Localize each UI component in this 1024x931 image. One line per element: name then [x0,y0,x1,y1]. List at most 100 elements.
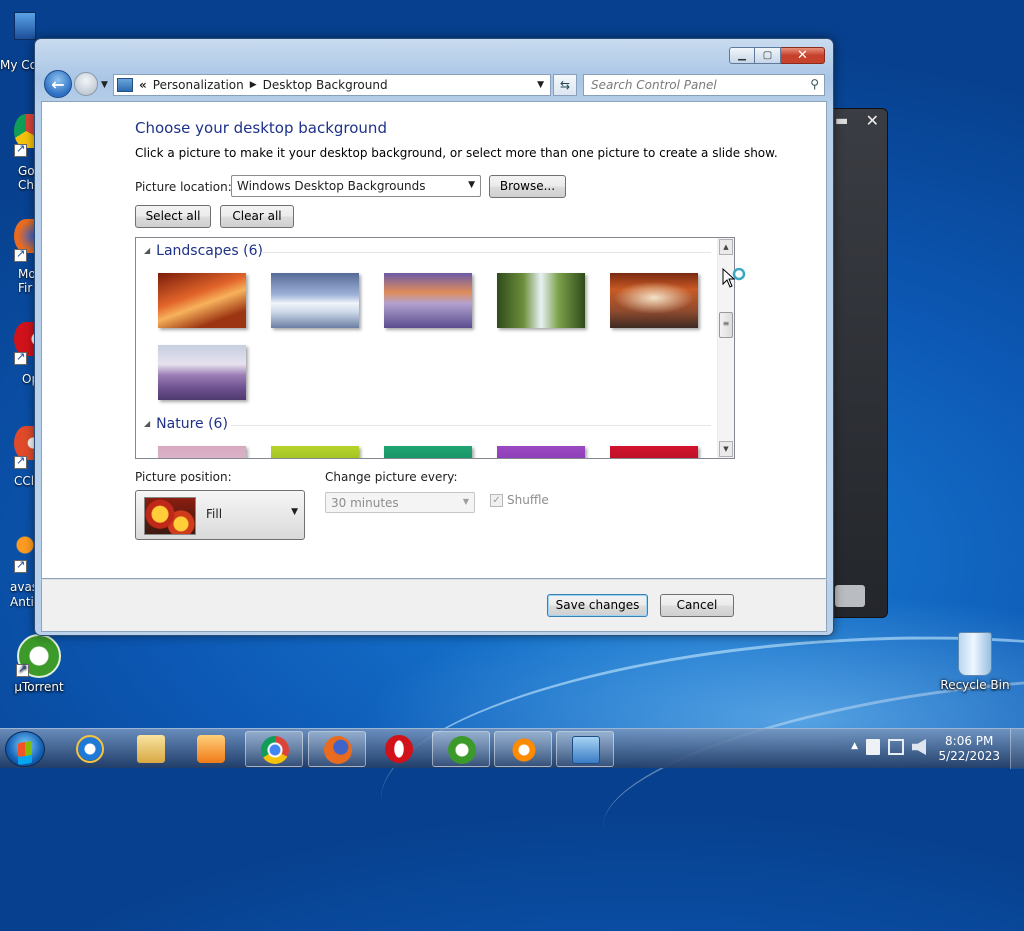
desktop-background-window: ▁ ▢ ✕ ← ▼ « Personalization ▶ Desktop Ba… [34,38,834,636]
desktop-icon-computer[interactable]: My Co [0,8,36,78]
control-panel-icon [572,736,600,764]
minimize-button[interactable]: ▁ [729,47,755,64]
network-icon[interactable] [888,739,904,755]
change-interval-dropdown[interactable]: 30 minutes ▼ [325,492,475,513]
address-bar[interactable]: « Personalization ▶ Desktop Background ▼ [113,74,551,96]
page-description: Click a picture to make it your desktop … [135,146,778,160]
thumbnail-nature-3[interactable] [384,446,472,458]
desktop-icon-ccleaner[interactable]: CCl [0,422,38,492]
collapse-triangle-icon[interactable]: ◢ [144,246,150,255]
shuffle-option[interactable]: ✓ Shuffle [490,493,549,507]
thumbnail-nature-5[interactable] [610,446,698,458]
desktop-icon-utorrent[interactable]: µTorrent [4,634,74,694]
overflow-chevron-icon[interactable]: « [139,78,147,92]
action-center-icon[interactable] [866,739,880,755]
desktop-icon-opera[interactable]: Op [0,318,38,388]
page-title: Choose your desktop background [135,119,387,137]
shortcut-arrow-icon [14,454,27,469]
back-button[interactable]: ← [44,70,72,98]
maximize-button[interactable]: ▢ [755,47,781,64]
thumbnail-nature-1[interactable] [158,446,246,458]
clear-all-button[interactable]: Clear all [220,205,294,228]
scroll-down-icon[interactable]: ▼ [719,441,733,457]
search-icon[interactable]: ⚲ [810,77,819,91]
shortcut-arrow-icon [14,558,27,573]
background-minimize-icon[interactable]: ▬ [835,113,855,131]
cancel-button[interactable]: Cancel [660,594,734,617]
picture-position-dropdown[interactable]: Fill ▼ [135,490,305,540]
taskbar-chrome[interactable] [245,731,303,767]
start-button[interactable] [5,731,45,767]
clock-date: 5/22/2023 [938,749,1000,763]
change-interval-value: 30 minutes [331,496,399,510]
refresh-icon: ⇆ [559,78,571,92]
shortcut-arrow-icon [14,142,27,157]
taskbar-internet-explorer[interactable] [61,731,119,767]
taskbar-utorrent[interactable] [432,731,490,767]
scroll-thumb[interactable]: ≡ [719,312,733,338]
breadcrumb-desktop-background[interactable]: Desktop Background [263,78,388,92]
desktop-icon-avast[interactable]: avas Anti [0,526,36,611]
internet-explorer-icon [76,735,104,763]
address-dropdown-icon[interactable]: ▼ [537,80,544,90]
back-arrow-icon: ← [51,74,65,94]
picture-position-label: Picture position: [135,470,232,484]
thumbnail-nature-4[interactable] [497,446,585,458]
thumbnail-landscape-1[interactable] [158,273,246,328]
collapse-triangle-icon[interactable]: ◢ [144,419,150,428]
close-button[interactable]: ✕ [781,47,825,64]
thumbnail-landscape-3[interactable] [384,273,472,328]
maximize-icon: ▢ [762,50,773,61]
taskbar-media-player[interactable] [182,731,240,767]
mouse-cursor-icon [722,267,748,293]
thumbnail-nature-2[interactable] [271,446,359,458]
desktop-icon-label: CCl [14,474,35,488]
save-changes-button[interactable]: Save changes [547,594,648,617]
shuffle-checkbox[interactable]: ✓ [490,493,503,507]
background-close-icon[interactable]: ✕ [866,111,879,130]
volume-icon[interactable] [912,739,926,755]
breadcrumb-personalization[interactable]: Personalization [153,78,244,92]
group-header-nature[interactable]: ◢ Nature (6) [144,416,228,432]
background-window[interactable]: ▬ ✕ [830,108,888,618]
taskbar-opera[interactable] [370,731,428,767]
show-hidden-icons-icon[interactable]: ▲ [851,741,858,751]
window-controls: ▁ ▢ ✕ [729,47,825,64]
forward-button[interactable] [74,72,98,96]
taskbar-explorer[interactable] [122,731,180,767]
dropdown-arrow-icon: ▼ [468,180,475,190]
desktop-icon-chrome[interactable]: Go Chr [0,110,38,195]
thumbnail-landscape-5[interactable] [610,273,698,328]
desktop-icon-firefox[interactable]: Mo Fir [0,215,38,300]
breadcrumb-separator-icon[interactable]: ▶ [250,80,257,90]
show-desktop-button[interactable] [1010,729,1024,769]
taskbar-firefox[interactable] [308,731,366,767]
taskbar-avast[interactable] [494,731,552,767]
refresh-button[interactable]: ⇆ [553,74,577,96]
select-all-button[interactable]: Select all [135,205,211,228]
thumbnail-landscape-4[interactable] [497,273,585,328]
desktop-icon-label: Recycle Bin [940,678,1010,692]
clock[interactable]: 8:06 PM 5/22/2023 [938,734,1000,764]
control-panel-icon [117,78,133,92]
scroll-up-icon[interactable]: ▲ [719,239,733,255]
desktop-icon-recycle-bin[interactable]: Recycle Bin [940,632,1010,692]
background-window-button[interactable] [835,585,865,607]
thumbnail-landscape-2[interactable] [271,273,359,328]
dropdown-arrow-icon: ▼ [291,507,298,517]
recent-pages-dropdown[interactable]: ▼ [101,80,108,90]
recycle-bin-icon [958,632,992,676]
search-input[interactable]: Search Control Panel ⚲ [583,74,825,96]
browse-button[interactable]: Browse... [489,175,566,198]
thumbnail-landscape-6[interactable] [158,345,246,400]
picture-location-value: Windows Desktop Backgrounds [237,179,426,193]
picture-gallery[interactable]: ◢ Landscapes (6) ◢ Nature (6) ▲ ≡ ▼ [135,237,735,459]
main-content: Choose your desktop background Click a p… [41,101,827,579]
group-header-landscapes[interactable]: ◢ Landscapes (6) [144,243,263,259]
group-divider [261,252,711,253]
position-preview-image [144,497,196,535]
avast-icon [14,530,36,560]
clock-time: 8:06 PM [945,734,994,748]
picture-location-dropdown[interactable]: Windows Desktop Backgrounds ▼ [231,175,481,197]
taskbar-control-panel[interactable] [556,731,614,767]
